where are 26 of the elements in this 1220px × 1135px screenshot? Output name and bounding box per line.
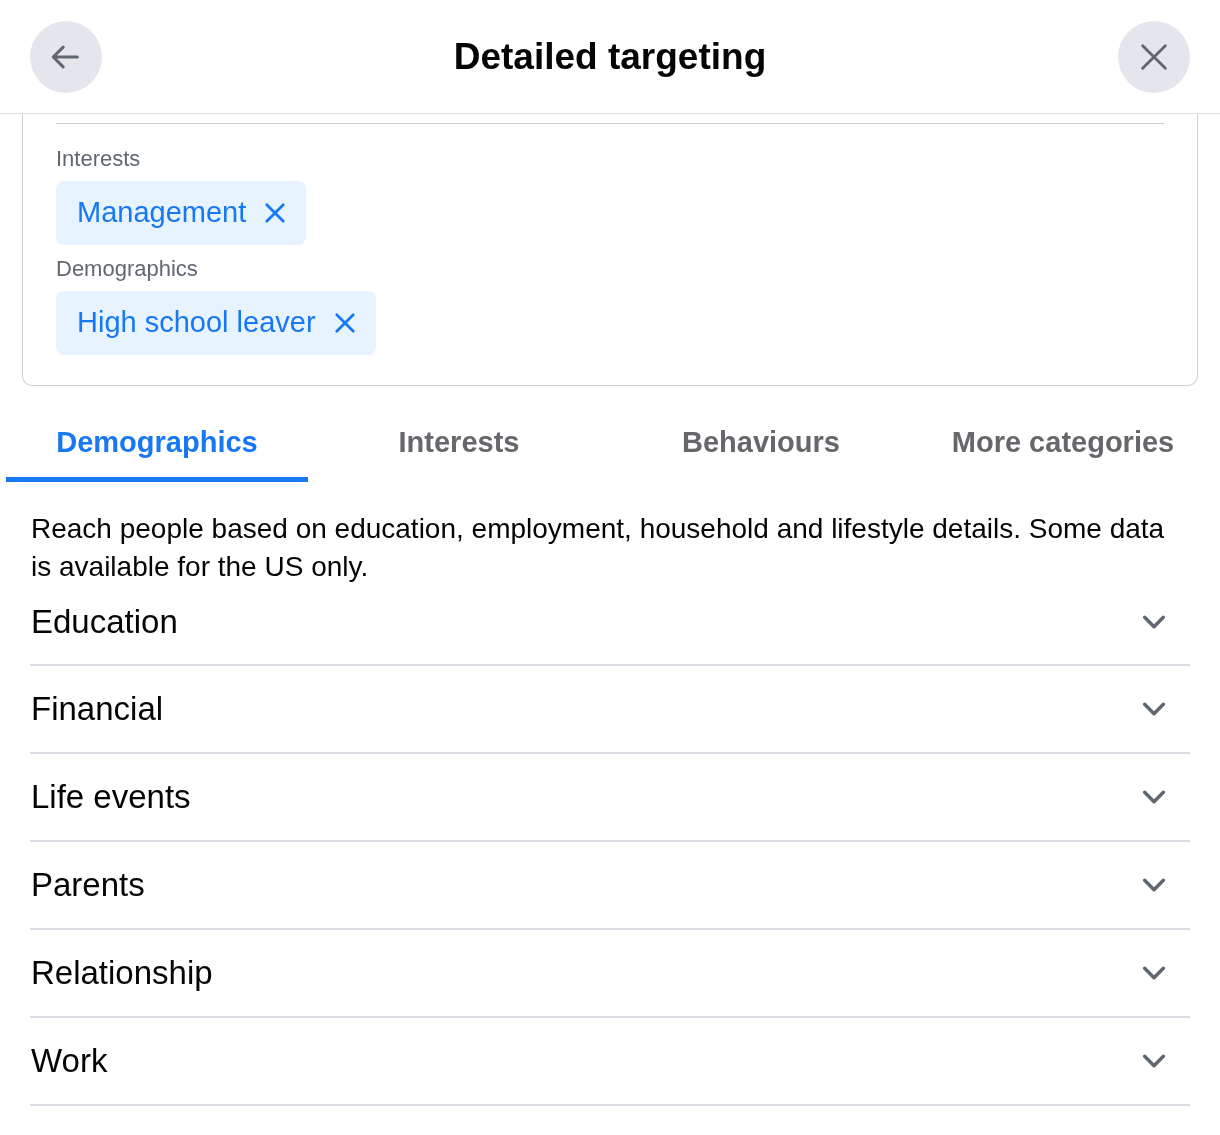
category-row[interactable]: Education: [30, 586, 1190, 666]
category-label: Work: [30, 1041, 108, 1082]
category-label: Education: [30, 602, 178, 643]
category-label: Relationship: [30, 953, 213, 994]
chip-label: High school leaver: [77, 305, 316, 341]
remove-icon[interactable]: [264, 202, 287, 224]
remove-icon[interactable]: [333, 312, 356, 334]
selected-chip[interactable]: High school leaver: [56, 291, 376, 355]
category-row[interactable]: Financial: [30, 666, 1190, 754]
category-tab[interactable]: Behaviours: [610, 408, 912, 482]
category-label: Parents: [30, 865, 145, 906]
category-tab[interactable]: More categories: [912, 408, 1214, 482]
dialog-title: Detailed targeting: [453, 34, 767, 79]
chip-label: Management: [77, 195, 247, 231]
category-tab[interactable]: Demographics: [6, 408, 308, 482]
category-label: Life events: [30, 777, 191, 818]
category-row[interactable]: Life events: [30, 754, 1190, 842]
category-row[interactable]: Relationship: [30, 930, 1190, 1018]
category-label: Financial: [30, 689, 164, 730]
group-label: Demographics: [56, 256, 198, 282]
group-label: Interests: [56, 146, 141, 172]
selected-chip[interactable]: Management: [56, 181, 307, 245]
description-text: Reach people based on education, employment, household and lifestyle details. Some data is available for the US only.: [30, 512, 1166, 584]
category-tab[interactable]: Interests: [308, 408, 610, 482]
category-row[interactable]: Work: [30, 1018, 1190, 1106]
category-row[interactable]: Parents: [30, 842, 1190, 930]
